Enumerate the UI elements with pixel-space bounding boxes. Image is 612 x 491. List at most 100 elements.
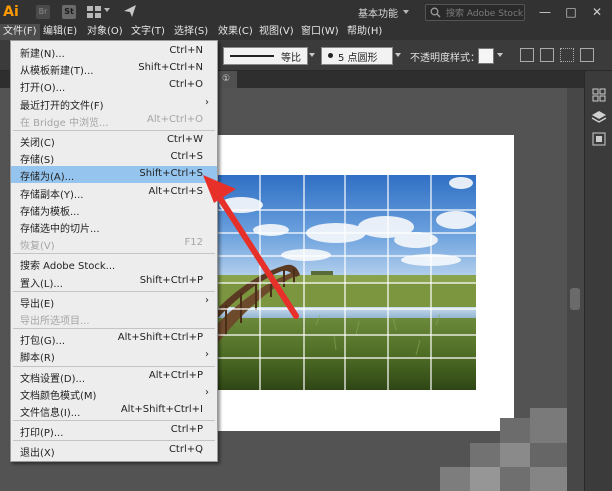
layers-icon[interactable] [591, 109, 607, 125]
artboards-icon[interactable] [591, 131, 607, 147]
menu-item-label: 打印(P)... [20, 428, 64, 440]
align-icon[interactable] [560, 48, 574, 62]
file-menu-item[interactable]: 打包(G)... Alt+Shift+Ctrl+P [11, 330, 217, 347]
menu-item-label: 文档颜色模式(M) [20, 390, 97, 402]
opacity-label[interactable]: 不透明度 [410, 49, 450, 64]
menu-item-shortcut: Alt+Shift+Ctrl+P [117, 332, 203, 344]
menu-file[interactable]: 文件(F) [0, 24, 40, 40]
menu-separator [13, 420, 215, 422]
menu-separator [13, 290, 215, 292]
libraries-icon[interactable] [591, 87, 607, 103]
menu-item-label: 搜索 Adobe Stock... [20, 261, 116, 273]
brush-select[interactable]: 5 点圆形 [321, 47, 393, 65]
chevron-down-icon[interactable] [309, 53, 315, 57]
file-menu-item[interactable]: 文档颜色模式(M) › [11, 385, 217, 402]
menu-item-shortcut: Ctrl+Q [168, 444, 203, 456]
file-menu-item[interactable]: 关闭(C) Ctrl+W [11, 132, 217, 149]
file-menu-item[interactable]: 从模板新建(T)... Shift+Ctrl+N [11, 60, 217, 77]
file-menu-item[interactable]: 存储(S) Ctrl+S [11, 149, 217, 166]
graphic-style-swatch[interactable] [478, 48, 494, 64]
file-menu-item: 导出所选项目... [11, 310, 217, 327]
menu-item-shortcut: Ctrl+S [170, 151, 203, 163]
brush-dot-icon [328, 53, 333, 58]
close-button[interactable]: ✕ [584, 0, 610, 24]
menu-item-label: 打包(G)... [20, 336, 66, 348]
search-placeholder: 搜索 Adobe Stock [446, 9, 524, 19]
file-menu-item[interactable]: 最近打开的文件(F) › [11, 95, 217, 112]
arrange-documents-icon[interactable] [86, 5, 102, 19]
menu-item-label: 最近打开的文件(F) [20, 100, 104, 112]
file-menu-dropdown: 新建(N)... Ctrl+N 从模板新建(T)... Shift+Ctrl+N 打开(… [10, 40, 218, 462]
menu-separator [13, 253, 215, 255]
menu-item-shortcut: Alt+Ctrl+O [147, 113, 203, 125]
menu-view[interactable]: 视图(V) [256, 24, 297, 40]
submenu-arrow-icon: › [205, 294, 209, 306]
menu-item-label: 存储(S) [20, 155, 55, 167]
scrollbar-thumb[interactable] [570, 288, 580, 310]
workspace-switcher[interactable]: 基本功能 [358, 5, 398, 20]
menu-item-shortcut: Alt+Shift+Ctrl+I [120, 404, 203, 415]
menu-item-shortcut: Ctrl+N [169, 45, 203, 56]
file-menu-item[interactable]: 置入(L)... Shift+Ctrl+P [11, 273, 217, 290]
menu-item-label: 新建(N)... [20, 49, 65, 60]
menu-item-label: 导出(E) [20, 298, 55, 310]
file-menu-item[interactable]: 存储选中的切片... [11, 218, 217, 235]
file-menu-item[interactable]: 搜索 Adobe Stock... [11, 255, 217, 272]
file-menu-item[interactable]: 存储为(A)... Shift+Ctrl+S [11, 166, 217, 184]
menu-item-label: 存储为模板... [20, 206, 80, 218]
menu-item-label: 在 Bridge 中浏览... [20, 117, 109, 129]
file-menu-item[interactable]: 脚本(R) › [11, 347, 217, 364]
file-menu-item[interactable]: 打印(P)... Ctrl+P [11, 422, 217, 439]
chevron-down-icon[interactable] [395, 53, 401, 57]
file-menu-item: 在 Bridge 中浏览... Alt+Ctrl+O [11, 112, 217, 129]
file-menu-item[interactable]: 退出(X) Ctrl+Q [11, 442, 217, 459]
document-setup-icon[interactable] [520, 48, 534, 62]
menu-item-label: 关闭(C) [20, 138, 55, 149]
file-menu-item[interactable]: 新建(N)... Ctrl+N [11, 43, 217, 60]
vertical-scrollbar[interactable] [567, 88, 584, 491]
menu-item-label: 存储副本(Y)... [20, 189, 84, 201]
menu-object[interactable]: 对象(O) [84, 24, 126, 40]
menu-item-shortcut: Ctrl+P [170, 424, 203, 436]
app-bar: Ai Br St 基本功能 搜索 Adobe Stock — □ ✕ [0, 0, 612, 24]
artwork-image[interactable] [216, 175, 476, 390]
menu-item-label: 导出所选项目... [20, 316, 90, 327]
document-tab[interactable]: ① [215, 71, 237, 88]
file-menu-item[interactable]: 存储副本(Y)... Alt+Ctrl+S [11, 184, 217, 201]
window-controls: — □ ✕ [532, 0, 612, 24]
menu-item-shortcut: Alt+Ctrl+S [148, 185, 203, 197]
chevron-down-icon[interactable] [104, 8, 110, 12]
menu-item-label: 恢复(V) [20, 241, 55, 253]
bridge-button[interactable]: Br [36, 5, 50, 19]
menu-edit[interactable]: 编辑(E) [40, 24, 80, 40]
file-menu-item[interactable]: 文件信息(I)... Alt+Shift+Ctrl+I [11, 402, 217, 419]
file-menu-item[interactable]: 打开(O)... Ctrl+O [11, 77, 217, 94]
file-menu-item[interactable]: 导出(E) › [11, 293, 217, 310]
file-menu-item[interactable]: 文档设置(D)... Alt+Ctrl+P [11, 368, 217, 385]
menu-type[interactable]: 文字(T) [128, 24, 168, 40]
style-label: 样式： [450, 53, 480, 64]
file-menu-item[interactable]: 存储为模板... [11, 201, 217, 218]
menu-window[interactable]: 窗口(W) [298, 24, 342, 40]
minimize-button[interactable]: — [532, 0, 558, 24]
stroke-profile-select[interactable]: 等比 [223, 47, 308, 65]
menu-item-label: 存储选中的切片... [20, 224, 100, 235]
right-panel-dock [584, 71, 612, 491]
submenu-arrow-icon: › [205, 349, 209, 361]
menu-select[interactable]: 选择(S) [171, 24, 211, 40]
menu-item-label: 置入(L)... [20, 278, 63, 290]
preferences-icon[interactable] [540, 48, 554, 62]
menu-effect[interactable]: 效果(C) [215, 24, 256, 40]
menu-item-shortcut: Ctrl+O [168, 79, 203, 91]
artboard[interactable] [216, 135, 514, 431]
chevron-down-icon[interactable] [497, 53, 503, 57]
maximize-button[interactable]: □ [558, 0, 584, 24]
stock-search-input[interactable]: 搜索 Adobe Stock [425, 4, 525, 21]
chevron-down-icon[interactable] [403, 10, 409, 14]
stock-button[interactable]: St [62, 5, 76, 19]
menu-item-shortcut: Alt+Ctrl+P [148, 369, 203, 381]
landscape-photo [216, 175, 476, 390]
transform-icon[interactable] [580, 48, 594, 62]
send-icon[interactable] [123, 4, 137, 18]
menu-help[interactable]: 帮助(H) [344, 24, 385, 40]
